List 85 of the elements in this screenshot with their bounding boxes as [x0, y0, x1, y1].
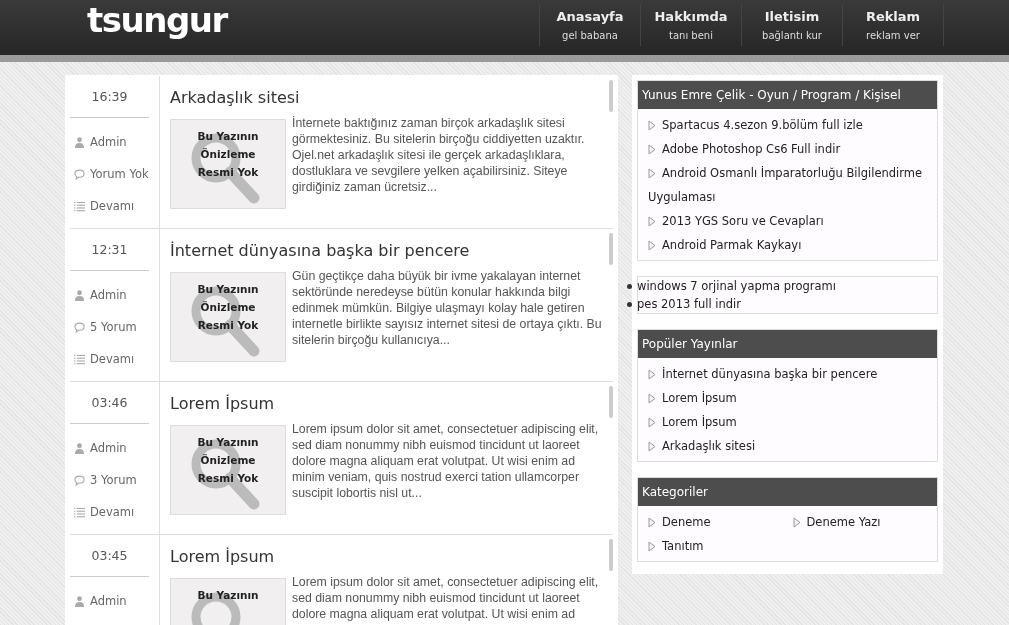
sidebar-link[interactable]: Lorem İpsum	[648, 386, 937, 410]
triangle-icon	[648, 393, 656, 404]
meta-link[interactable]: 3 Yorum	[90, 473, 137, 487]
sidebar-link[interactable]: Spartacus 4.sezon 9.bölüm full izle	[648, 113, 937, 137]
sidebar-link[interactable]: Deneme	[648, 510, 793, 534]
sidebar-link[interactable]: İnternet dünyasına başka bir pencere	[648, 362, 937, 386]
preview-text: Önizleme	[200, 454, 256, 466]
scroll-thumb	[609, 80, 613, 112]
triangle-icon	[648, 369, 656, 380]
sidebar-link[interactable]: Deneme Yazı	[792, 510, 937, 534]
bullet-icon	[627, 283, 632, 289]
triangle-icon	[648, 417, 656, 428]
post-title[interactable]: Lorem İpsum	[170, 394, 603, 413]
post-excerpt: Lorem ipsum dolor sit amet, consectetuer adipiscing elit, sed diam nonummy nibh euismod tincidunt ut laoreet dolore magna aliquam erat volutpat. Ut wisi enim ad minim veniam, quis nostrud exerci tation ullamcorper suscipit lobortis nisl ut...	[292, 421, 600, 501]
preview-text: Bu Yazının	[197, 589, 259, 601]
sidebar-link[interactable]: windows 7 orjinal yapma programı	[637, 279, 836, 293]
post-title[interactable]: Lorem İpsum	[170, 547, 603, 566]
post-title[interactable]: Arkadaşlık sitesi	[170, 88, 603, 107]
sidebar-link[interactable]: Tanıtım	[648, 534, 793, 558]
meta-link[interactable]: 5 Yorum	[90, 320, 137, 334]
widget-title: Yunus Emre Çelik - Oyun / Program / Kişisel	[638, 81, 937, 109]
sidebar-link[interactable]: Arkadaşlık sitesi	[648, 434, 937, 458]
meta-link[interactable]: Devamı	[90, 505, 135, 519]
meta-link[interactable]: Yorum Yok	[90, 167, 149, 181]
sidebar-link[interactable]: Android Osmanlı İmparatorluğu Bilgilendirme Uygulaması	[648, 161, 937, 209]
post-time: 12:31	[70, 229, 149, 271]
triangle-icon	[648, 517, 656, 528]
comment-icon	[74, 168, 85, 180]
meta-link[interactable]: Devamı	[90, 352, 135, 366]
sidebar-link[interactable]: pes 2013 full indir	[637, 297, 742, 311]
triangle-icon	[648, 168, 656, 179]
triangle-icon	[648, 240, 656, 251]
post-excerpt: Gün geçtikçe daha büyük bir ivme yakalayan internet sektöründe neredeyse bütün konular hakkında bilgi edinmek mümkün. Bilgiye ulaşmayı kolay hale getiren internetle birlikte sayısız internet sitesi de ortaya çıktı. Bu sitelerin birçoğu kullanıcıya...	[292, 268, 603, 348]
triangle-icon	[648, 441, 656, 452]
preview-text: Önizleme	[200, 148, 256, 160]
comment-icon	[74, 321, 85, 333]
sidebar-link[interactable]: Android Parmak Kaykayı	[648, 233, 937, 257]
magnifier-icon	[191, 286, 260, 357]
scroll-thumb	[609, 539, 613, 571]
meta-link[interactable]: Admin	[90, 441, 127, 455]
meta-link[interactable]: Admin	[90, 594, 127, 608]
widget-title: Kategoriler	[638, 478, 937, 506]
scroll-thumb	[609, 386, 613, 418]
triangle-icon	[648, 541, 656, 552]
preview-text: Önizleme	[200, 301, 256, 313]
preview-text: Resmi Yok	[197, 166, 259, 178]
list-icon	[74, 353, 85, 365]
post-time: 16:39	[70, 76, 149, 118]
magnifier-icon	[191, 439, 260, 510]
scroll-thumb	[609, 233, 613, 265]
triangle-icon	[648, 144, 656, 155]
user-icon	[74, 289, 85, 301]
sidebar-link[interactable]: 2013 YGS Soru ve Cevapları	[648, 209, 937, 233]
user-icon	[74, 136, 85, 148]
meta-link[interactable]: Admin	[90, 135, 127, 149]
comment-icon	[74, 474, 85, 486]
list-icon	[74, 200, 85, 212]
sidebar-link[interactable]: Adobe Photoshop Cs6 Full indir	[648, 137, 937, 161]
triangle-icon	[648, 120, 656, 131]
user-icon	[74, 595, 85, 607]
bullet-icon	[627, 301, 632, 307]
preview-text: Bu Yazının	[197, 436, 259, 448]
preview-text: Resmi Yok	[197, 319, 259, 331]
post-time: 03:45	[70, 535, 149, 577]
magnifier-icon	[191, 133, 260, 204]
site-logo[interactable]: tsungur	[87, 0, 227, 42]
preview-text: Bu Yazının	[197, 130, 259, 142]
meta-link[interactable]: Devamı	[90, 199, 135, 213]
widget-title: Popüler Yayınlar	[638, 330, 937, 358]
triangle-icon	[792, 517, 801, 528]
meta-link[interactable]: Admin	[90, 288, 127, 302]
nav-link[interactable]: Iletisim bağlantı kur	[742, 4, 843, 46]
triangle-icon	[648, 216, 656, 227]
preview-text: Bu Yazının	[197, 283, 259, 295]
post-time: 03:46	[70, 382, 149, 424]
sidebar-link[interactable]: Lorem İpsum	[648, 410, 937, 434]
nav-link[interactable]: Reklam reklam ver	[843, 4, 944, 46]
post-excerpt: İnternete baktığınız zaman birçok arkadaşlık sitesi görmektesiniz. Bu sitelerin birçoğu ciddiyetten uzaktır. Ojel.net arkadaşlık sitesi ile gerçek arkadaşlıklara, dostluklara ve sevgilere yelken açabilirsiniz. Siteye girdiğiniz zaman ücretsiz...	[292, 115, 586, 195]
nav-link[interactable]: Anasayfa gel babana	[540, 4, 641, 46]
preview-text: Resmi Yok	[197, 472, 259, 484]
post-title[interactable]: İnternet dünyasına başka bir pencere	[170, 241, 603, 260]
list-icon	[74, 506, 85, 518]
post-excerpt: Lorem ipsum dolor sit amet, consectetuer adipiscing elit, sed diam nonummy nibh euismod tincidunt ut laoreet dolore magna aliquam erat volutpat. Ut wisi enim ad	[292, 574, 600, 622]
nav-link[interactable]: Hakkımda tanı beni	[641, 4, 742, 46]
user-icon	[74, 442, 85, 454]
